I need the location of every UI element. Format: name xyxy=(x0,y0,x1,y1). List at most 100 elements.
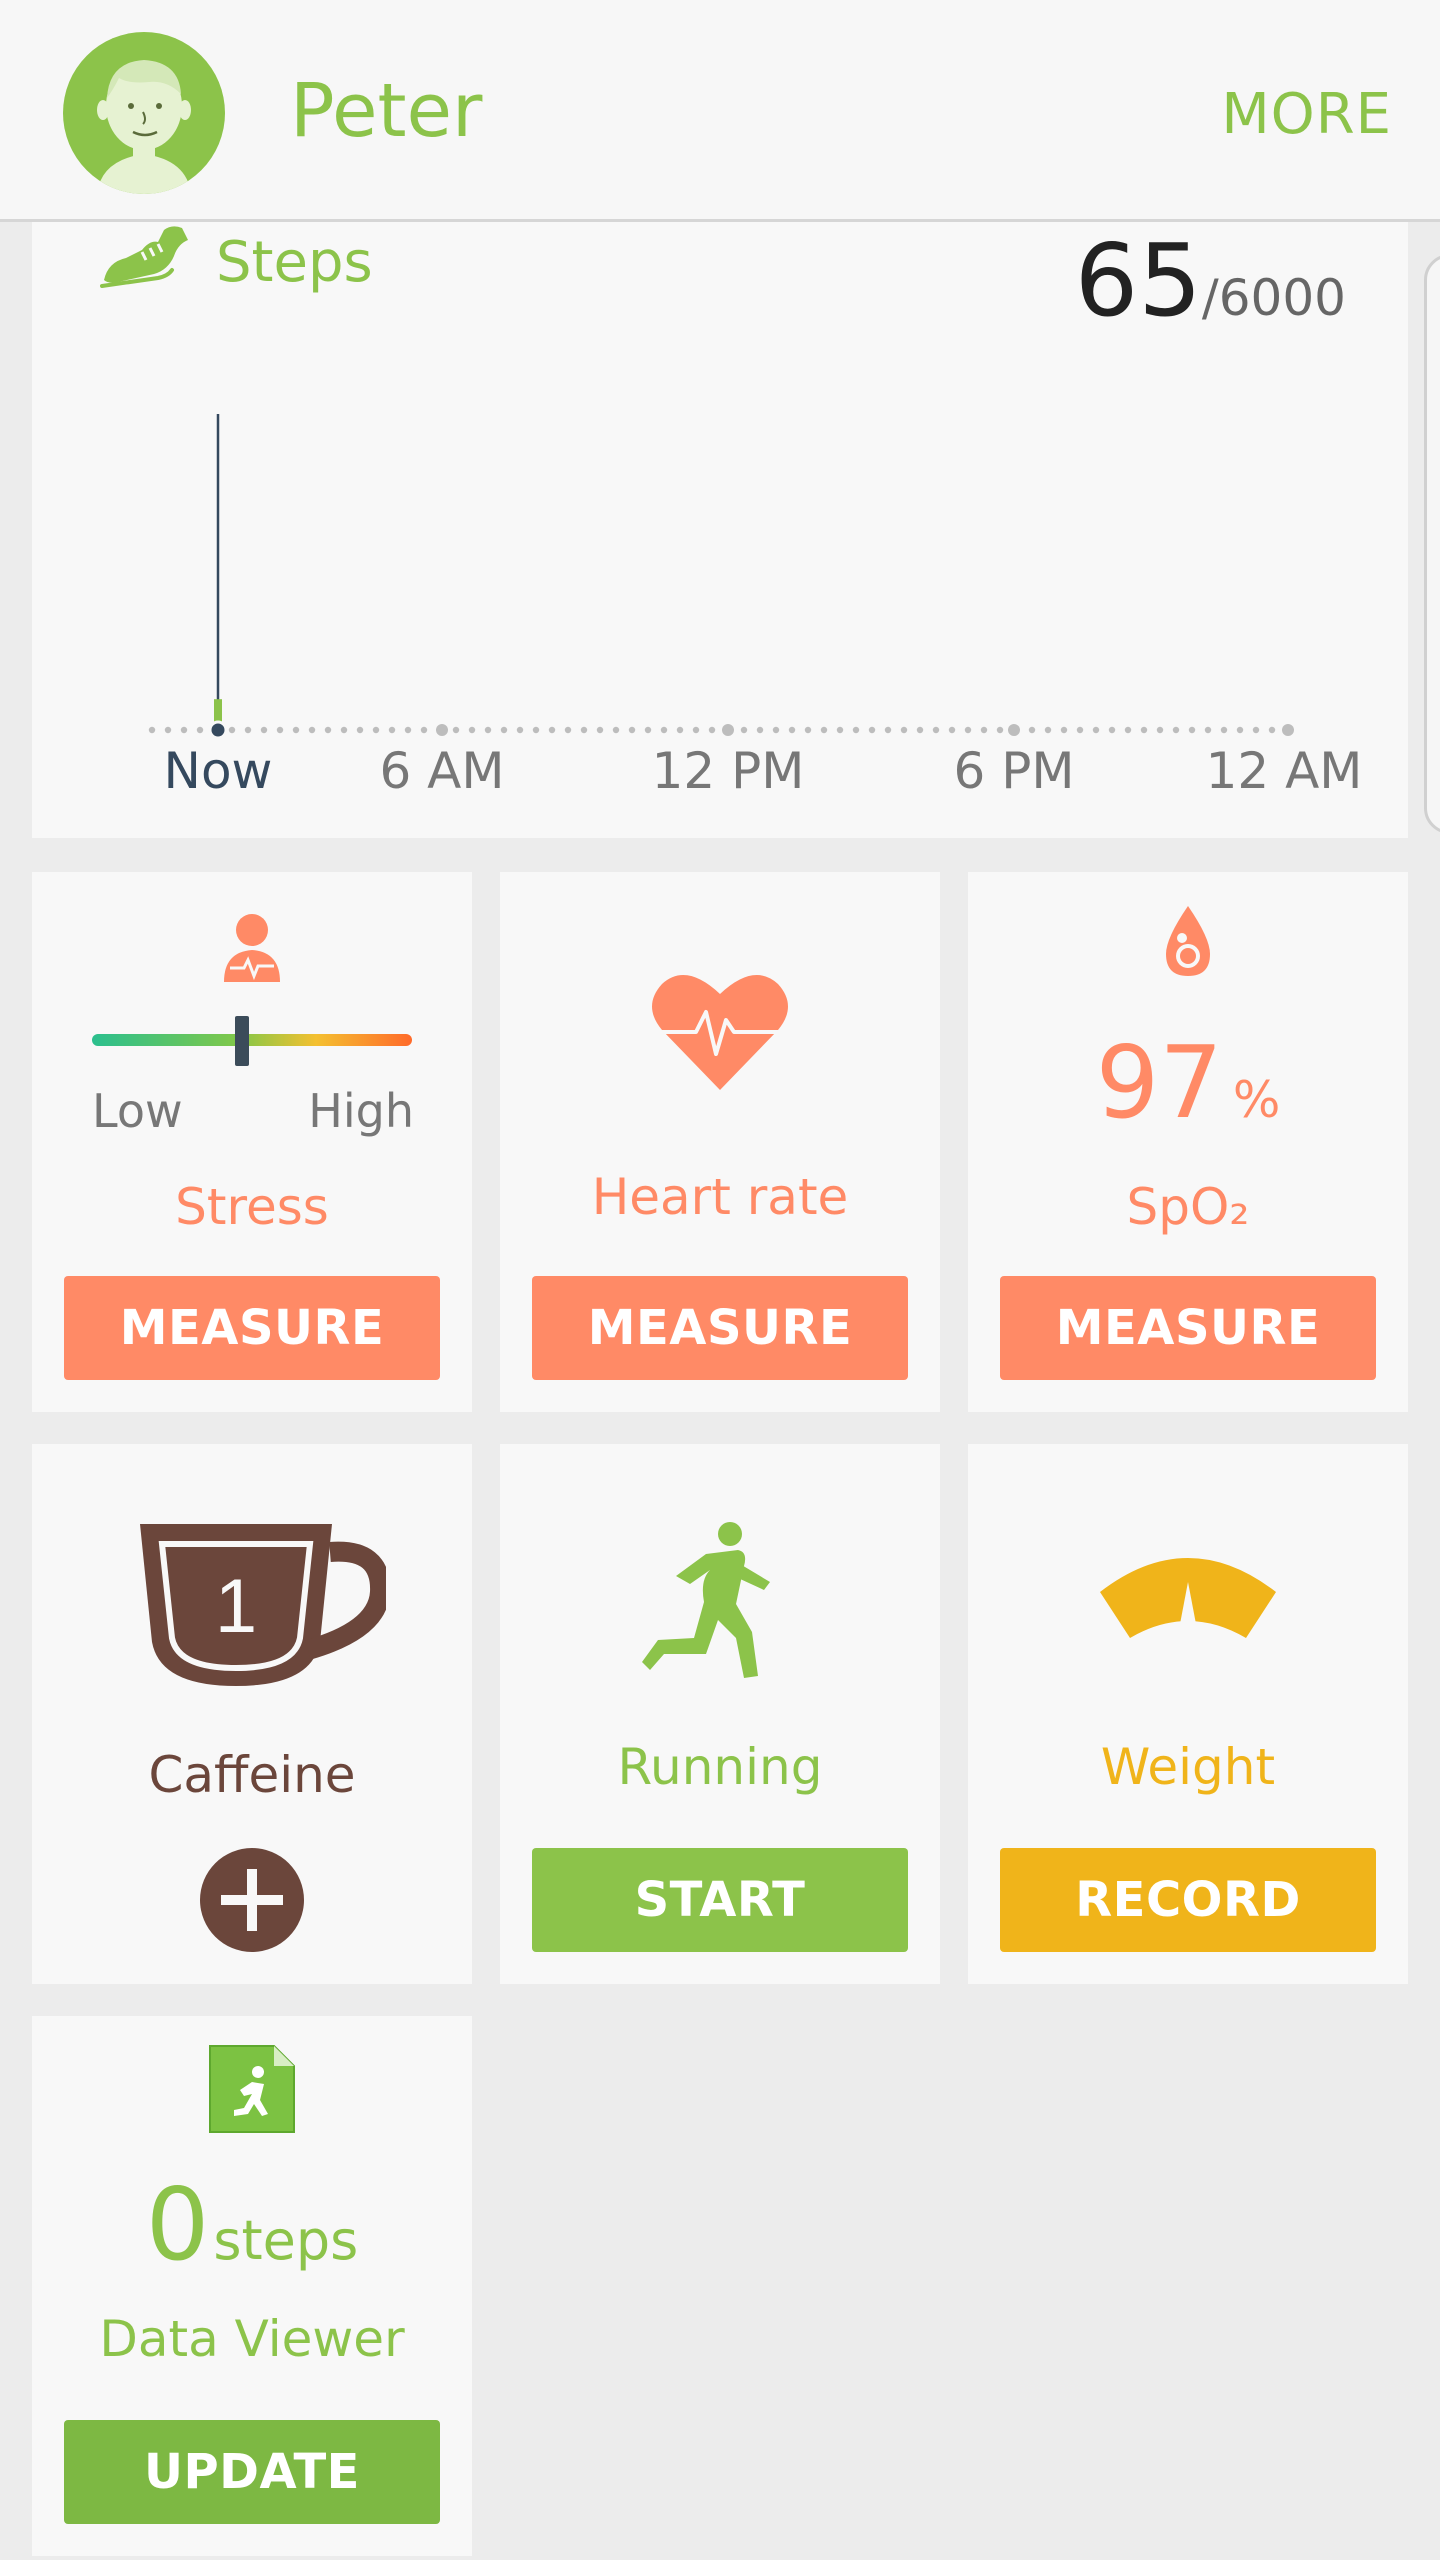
axis-dot xyxy=(180,726,188,734)
axis-dot xyxy=(1204,726,1212,734)
axis-dot xyxy=(1028,726,1036,734)
axis-dot xyxy=(820,726,828,734)
caffeine-tile[interactable]: 1 Caffeine xyxy=(32,1444,472,1984)
steps-card[interactable]: Steps 65/6000 Now 6 AM 12 PM 6 PM 12 AM xyxy=(32,222,1408,838)
axis-dot xyxy=(484,726,492,734)
spo2-value: 97% xyxy=(968,1024,1408,1141)
axis-dot xyxy=(996,726,1004,734)
axis-dot xyxy=(596,726,604,734)
axis-dot xyxy=(708,726,716,734)
weight-record-button[interactable]: RECORD xyxy=(1000,1848,1376,1952)
caffeine-label: Caffeine xyxy=(148,1746,356,1804)
axis-dot xyxy=(1076,726,1084,734)
heart-rate-tile[interactable]: Heart rate MEASURE xyxy=(500,872,940,1412)
axis-dot xyxy=(964,726,972,734)
stress-measure-button[interactable]: MEASURE xyxy=(64,1276,440,1380)
data-viewer-update-button[interactable]: UPDATE xyxy=(64,2420,440,2524)
axis-dot xyxy=(324,726,332,734)
spo2-number: 97 xyxy=(1095,1024,1223,1141)
steps-axis-tick-label: 12 PM xyxy=(651,742,805,800)
axis-dot xyxy=(420,726,428,734)
stress-high-label: High xyxy=(308,1084,414,1138)
axis-dot xyxy=(1252,726,1260,734)
axis-dot xyxy=(532,726,540,734)
avatar-icon xyxy=(97,60,191,194)
axis-dot xyxy=(452,726,460,734)
axis-dot xyxy=(228,726,236,734)
axis-tick xyxy=(1282,724,1294,736)
axis-dot xyxy=(388,726,396,734)
plus-icon xyxy=(221,1869,283,1931)
axis-dot xyxy=(1124,726,1132,734)
steps-axis-tick-label: 6 PM xyxy=(953,742,1075,800)
more-button[interactable]: MORE xyxy=(1221,82,1392,147)
axis-dot xyxy=(340,726,348,734)
stress-tile[interactable]: Low High Stress MEASURE xyxy=(32,872,472,1412)
data-viewer-icon xyxy=(209,2045,295,2133)
axis-dot xyxy=(580,726,588,734)
axis-dot xyxy=(804,726,812,734)
caffeine-count: 1 xyxy=(215,1564,257,1649)
axis-dot xyxy=(148,726,156,734)
data-viewer-tile[interactable]: 0steps Data Viewer UPDATE xyxy=(32,2016,472,2556)
axis-tick xyxy=(436,724,448,736)
axis-dot xyxy=(1268,726,1276,734)
steps-axis-tick-label: Now xyxy=(163,742,273,800)
heart-rate-label: Heart rate xyxy=(591,1168,849,1226)
coffee-cup-icon: 1 xyxy=(140,1524,386,1686)
spo2-tile[interactable]: 97% SpO₂ MEASURE xyxy=(968,872,1408,1412)
avatar[interactable] xyxy=(63,32,225,194)
axis-tick xyxy=(722,724,734,736)
axis-dot xyxy=(612,726,620,734)
steps-axis-tick-label: 6 AM xyxy=(379,742,505,800)
axis-dot xyxy=(1236,726,1244,734)
running-start-button[interactable]: START xyxy=(532,1848,908,1952)
axis-dot xyxy=(948,726,956,734)
axis-dot xyxy=(756,726,764,734)
axis-dot xyxy=(900,726,908,734)
axis-dot xyxy=(404,726,412,734)
axis-dot xyxy=(1092,726,1100,734)
axis-tick xyxy=(1008,724,1020,736)
spo2-label: SpO₂ xyxy=(1126,1178,1250,1236)
data-viewer-unit: steps xyxy=(213,2209,359,2272)
axis-dot xyxy=(516,726,524,734)
heart-rate-measure-button[interactable]: MEASURE xyxy=(532,1276,908,1380)
axis-dot xyxy=(868,726,876,734)
axis-dot xyxy=(564,726,572,734)
stress-level-bar xyxy=(92,1034,412,1046)
axis-dot xyxy=(772,726,780,734)
running-tile[interactable]: Running START xyxy=(500,1444,940,1984)
data-viewer-value: 0steps xyxy=(32,2166,472,2283)
axis-dot xyxy=(660,726,668,734)
user-name[interactable]: Peter xyxy=(290,68,482,154)
add-caffeine-button[interactable] xyxy=(200,1848,304,1952)
axis-dot xyxy=(1156,726,1164,734)
scale-icon xyxy=(1100,1558,1276,1638)
axis-dot xyxy=(260,726,268,734)
axis-dot xyxy=(308,726,316,734)
axis-dot xyxy=(164,726,172,734)
runner-icon xyxy=(642,1522,770,1678)
axis-dot xyxy=(852,726,860,734)
axis-dot xyxy=(356,726,364,734)
axis-dot xyxy=(500,726,508,734)
app-header: Peter MORE xyxy=(0,0,1440,222)
weight-tile[interactable]: Weight RECORD xyxy=(968,1444,1408,1984)
steps-axis-tick-label: 12 AM xyxy=(1205,742,1363,800)
stress-label: Stress xyxy=(175,1178,329,1236)
axis-dot xyxy=(644,726,652,734)
axis-dot xyxy=(292,726,300,734)
oxygen-drop-icon xyxy=(1166,906,1210,976)
stress-low-label: Low xyxy=(92,1084,183,1138)
spo2-measure-button[interactable]: MEASURE xyxy=(1000,1276,1376,1380)
axis-dot xyxy=(1140,726,1148,734)
heart-rate-icon xyxy=(652,975,788,1090)
axis-dot xyxy=(276,726,284,734)
next-card-peek[interactable] xyxy=(1424,254,1440,834)
stress-level-marker xyxy=(235,1016,250,1066)
stress-person-icon xyxy=(224,914,280,982)
weight-label: Weight xyxy=(1100,1738,1276,1796)
axis-dot xyxy=(244,726,252,734)
axis-dot xyxy=(196,726,204,734)
